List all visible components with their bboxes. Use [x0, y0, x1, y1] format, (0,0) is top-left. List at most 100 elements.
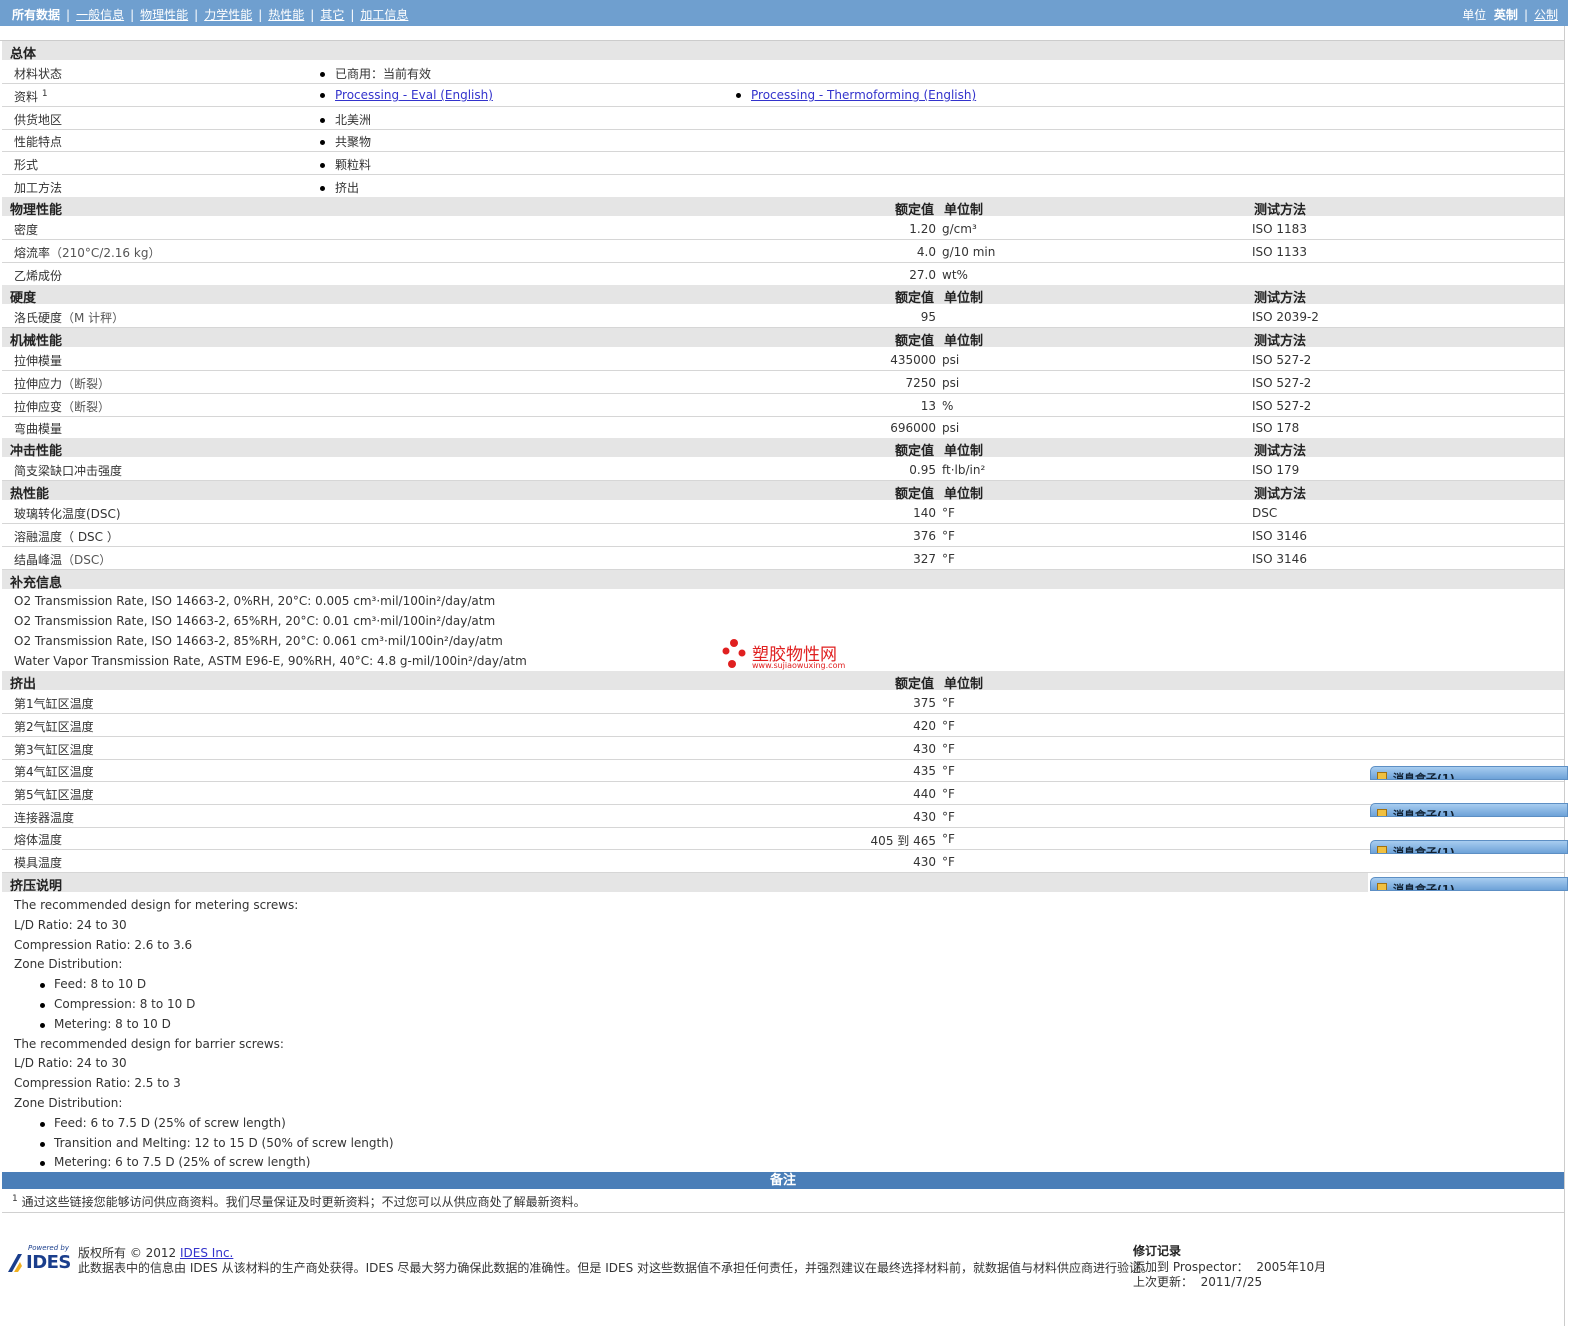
message-box-tab[interactable]: 消息盒子(1) [1370, 877, 1568, 891]
datasheet-link-eval[interactable]: Processing - Eval (English) [320, 88, 493, 102]
general-row: 形式 颗粒料 [2, 152, 1564, 175]
row-label: 连接器温度 [14, 811, 75, 825]
message-icon [1377, 846, 1387, 853]
property-row: 熔流率（210°C/2.16 kg） 4.0 g/10 min ISO 1133 [2, 240, 1564, 263]
row-label: 第1气缸区温度 [14, 697, 94, 711]
process-row: 第5气缸区温度 440 °F [2, 782, 1564, 805]
revision-history: 修订记录 添加到 Prospector： 2005年10月 上次更新： 2011… [1133, 1244, 1327, 1289]
row-method: ISO 527-2 [1252, 353, 1312, 367]
process-row: 连接器温度 430 °F [2, 805, 1564, 828]
row-unit: % [942, 399, 954, 413]
row-method: ISO 2039-2 [1252, 310, 1319, 324]
property-row: 简支梁缺口冲击强度 0.95 ft·lb/in² ISO 179 [2, 458, 1564, 481]
unit-label: 单位 [1462, 8, 1487, 22]
general-row: 材料状态 已商用：当前有效 [2, 61, 1564, 84]
supplement-line: O2 Transmission Rate, ISO 14663-2, 65%RH… [14, 614, 496, 628]
row-unit: g/10 min [942, 245, 996, 259]
watermark-dots-icon [722, 639, 746, 668]
row-value: 7250 [905, 376, 936, 390]
property-row: 弯曲模量 696000 psi ISO 178 [2, 416, 1564, 439]
tab-mechanical[interactable]: 力学性能 [204, 8, 252, 22]
section-thermal: 热性能 额定值 单位制 测试方法 [2, 481, 1564, 502]
row-label: 供货地区 [14, 113, 63, 127]
row-method: ISO 527-2 [1252, 376, 1312, 390]
remarks-text: 1 通过这些链接您能够访问供应商资料。我们尽量保证及时更新资料；不过您可以从供应… [12, 1194, 586, 1209]
process-row: 熔体温度 405 到 465 °F [2, 827, 1564, 850]
tab-all-data[interactable]: 所有数据 [12, 8, 60, 22]
row-unit: psi [942, 353, 960, 367]
property-row: 拉伸应力（断裂） 7250 psi ISO 527-2 [2, 371, 1564, 394]
row-unit: psi [942, 421, 960, 435]
row-value: 430 [913, 810, 936, 824]
row-value: 430 [913, 742, 936, 756]
row-unit: °F [942, 552, 955, 566]
property-row: 拉伸模量 435000 psi ISO 527-2 [2, 348, 1564, 371]
row-unit: °F [942, 764, 955, 778]
row-value: 4.0 [916, 245, 936, 259]
unit-metric[interactable]: 公制 [1534, 8, 1558, 22]
row-unit: °F [942, 742, 955, 756]
tab-other[interactable]: 其它 [320, 8, 344, 22]
row-value: 颗粒料 [320, 156, 371, 173]
datasheet-link-thermoforming[interactable]: Processing - Thermoforming (English) [736, 88, 976, 102]
row-label: 资料 1 [14, 89, 48, 104]
section-impact: 冲击性能 额定值 单位制 测试方法 [2, 438, 1564, 459]
list-item: Transition and Melting: 12 to 15 D (50% … [14, 1134, 394, 1154]
row-value: 140 [913, 506, 936, 520]
footer-divider [2, 1212, 1564, 1213]
row-method: DSC [1252, 506, 1278, 520]
section-general: 总体 [2, 41, 1564, 62]
section-physical: 物理性能 额定值 单位制 测试方法 [2, 197, 1564, 218]
section-supplement: 补充信息 [2, 570, 1564, 591]
list-item: Feed: 6 to 7.5 D (25% of screw length) [14, 1114, 394, 1134]
row-unit: °F [942, 696, 955, 710]
row-unit: ft·lb/in² [942, 463, 986, 477]
row-unit: °F [942, 529, 955, 543]
tab-thermal[interactable]: 热性能 [268, 8, 304, 22]
unit-switcher: 单位 英制 | 公制 [1462, 8, 1558, 22]
row-label: 熔体温度 [14, 833, 63, 847]
section-hardness: 硬度 额定值 单位制 测试方法 [2, 285, 1564, 306]
row-label: 结晶峰温（DSC） [14, 553, 112, 567]
list-item: Feed: 8 to 10 D [14, 975, 394, 995]
row-unit: °F [942, 506, 955, 520]
row-label: 熔流率（210°C/2.16 kg） [14, 246, 161, 260]
row-label: 乙烯成份 [14, 269, 63, 283]
row-value: 共聚物 [320, 133, 371, 150]
row-label: 玻璃转化温度(DSC) [14, 507, 121, 521]
row-value: 440 [913, 787, 936, 801]
message-icon [1377, 772, 1387, 779]
tab-processing[interactable]: 加工信息 [360, 8, 408, 22]
message-box-tab[interactable]: 消息盒子(1) [1370, 803, 1568, 817]
category-tabs: 所有数据 | 一般信息 | 物理性能 | 力学性能 | 热性能 | 其它 | 加工信息 [12, 8, 409, 22]
row-value: 13 [920, 399, 936, 413]
property-row: 结晶峰温（DSC） 327 °F ISO 3146 [2, 547, 1564, 570]
row-label: 拉伸模量 [14, 354, 63, 368]
tab-general-info[interactable]: 一般信息 [76, 8, 124, 22]
tab-physical[interactable]: 物理性能 [140, 8, 188, 22]
top-nav-bar: 所有数据 | 一般信息 | 物理性能 | 力学性能 | 热性能 | 其它 | 加工信息 单位 英制 | 公制 [0, 0, 1568, 26]
row-unit: °F [942, 810, 955, 824]
row-value: 405 到 465 [870, 834, 936, 848]
section-title: 总体 [10, 47, 37, 62]
list-item: Metering: 8 to 10 D [14, 1015, 394, 1035]
ides-logo[interactable]: Powered by IDES [8, 1244, 71, 1274]
general-row: 供货地区 北美洲 [2, 107, 1564, 130]
process-row: 模具温度 430 °F [2, 850, 1564, 873]
row-value: 435 [913, 764, 936, 778]
message-box-tab[interactable]: 消息盒子(1) [1370, 766, 1568, 780]
row-value: 0.95 [909, 463, 936, 477]
property-row: 密度 1.20 g/cm³ ISO 1183 [2, 217, 1564, 240]
unit-english[interactable]: 英制 [1494, 8, 1518, 22]
row-value: 696000 [890, 421, 936, 435]
row-label: 加工方法 [14, 181, 63, 195]
row-value: 375 [913, 696, 936, 710]
ides-link[interactable]: IDES Inc. [180, 1246, 233, 1260]
process-row: 第4气缸区温度 435 °F [2, 759, 1564, 782]
message-box-tab[interactable]: 消息盒子(1) [1370, 840, 1568, 854]
process-row: 第2气缸区温度 420 °F [2, 714, 1564, 737]
row-unit: °F [942, 787, 955, 801]
supplement-line: O2 Transmission Rate, ISO 14663-2, 85%RH… [14, 634, 503, 648]
row-unit: g/cm³ [942, 222, 977, 236]
message-icon [1377, 809, 1387, 816]
